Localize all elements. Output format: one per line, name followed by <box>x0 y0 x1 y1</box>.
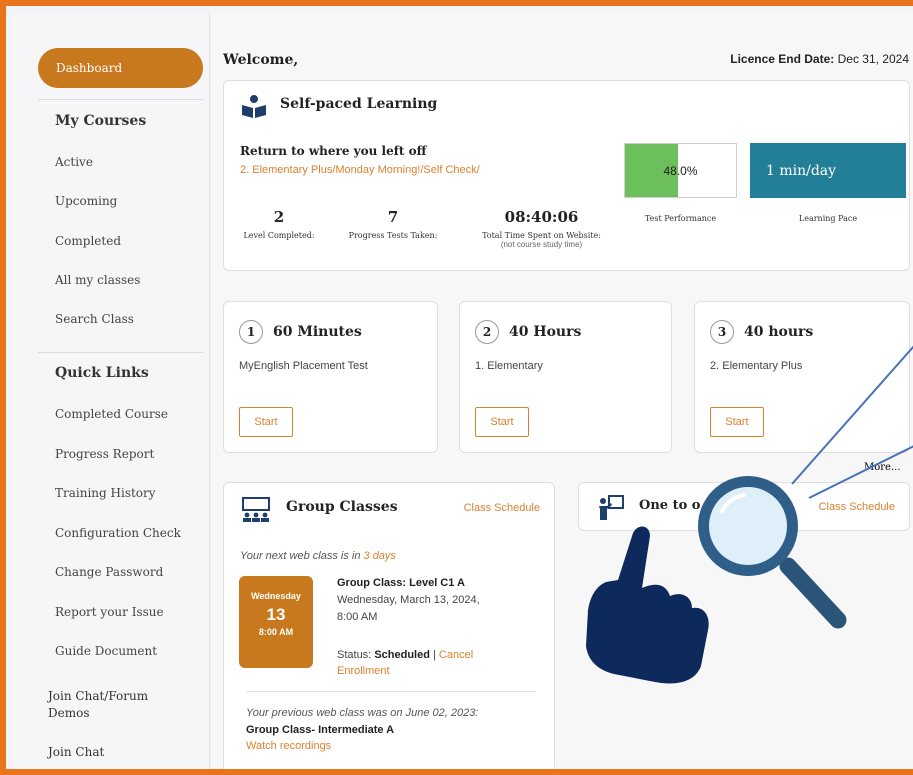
app-frame: Dashboard My Courses Active Upcoming Com… <box>0 0 913 775</box>
pointer-line <box>791 345 913 485</box>
pointer-line <box>808 445 913 499</box>
overlay-illustration <box>586 345 913 684</box>
pointing-hand-icon <box>586 526 709 684</box>
magnifier-icon <box>698 476 847 629</box>
